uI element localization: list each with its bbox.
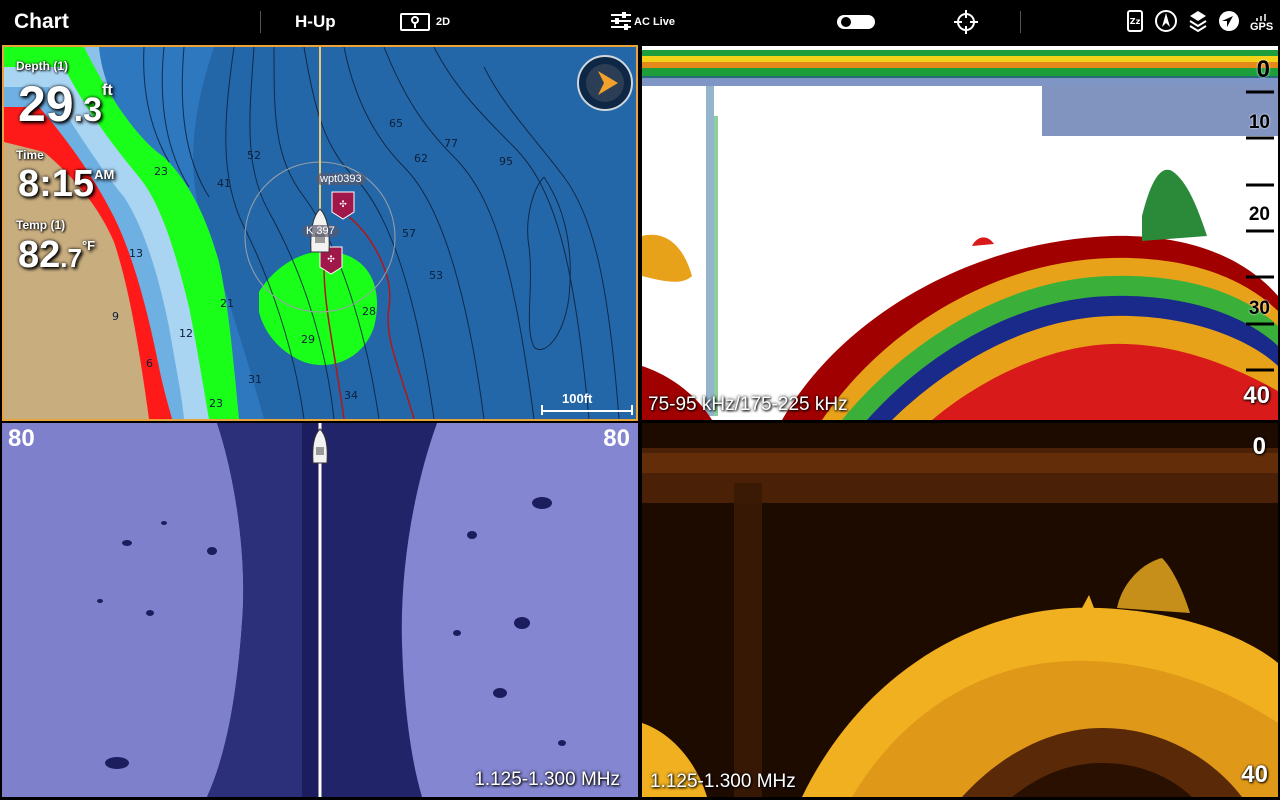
contour-label: 6 (146, 357, 153, 370)
north-arrow-icon (577, 55, 633, 111)
temp-label: Temp (1) (16, 218, 66, 232)
contour-label: 23 (154, 165, 168, 178)
time-suffix: AM (94, 167, 115, 182)
top-bar: Chart H-Up 2D AC Live Zz GPS (0, 0, 1280, 44)
side-imaging-view[interactable] (2, 423, 638, 797)
sleep-icon[interactable]: Zz (1126, 9, 1144, 36)
scale-label: 100ft (562, 391, 593, 406)
ac-live-button[interactable]: AC Live (610, 0, 675, 44)
contour-label: 9 (112, 310, 119, 323)
orientation-button[interactable]: H-Up (295, 0, 336, 44)
sliders-icon (610, 11, 632, 33)
contour-label: 53 (429, 269, 443, 282)
depth-readout: 29.3ft (18, 79, 113, 129)
waypoint-label[interactable]: K 397 (302, 225, 339, 237)
range-right: 80 (603, 425, 630, 452)
depth-scale-label: 10 (1248, 112, 1270, 133)
frequency-label: 1.125-1.300 MHz (474, 769, 620, 790)
layers-icon[interactable] (1188, 9, 1208, 36)
contour-label: 12 (179, 327, 193, 340)
contour-label: 41 (217, 177, 231, 190)
depth-top-label: 0 (1252, 433, 1266, 460)
depth-dec: .3 (73, 91, 102, 129)
contour-label: 52 (247, 149, 261, 162)
contour-label: 62 (414, 152, 428, 165)
compass-rose-icon[interactable] (1154, 9, 1178, 36)
contour-label: 23 (209, 397, 223, 410)
contour-label: 34 (344, 389, 358, 402)
view-mode-label: 2D (436, 16, 451, 28)
time-value: 8:15 (18, 163, 95, 205)
gps-label: GPS (1250, 20, 1274, 33)
down-imaging-pane[interactable]: 0 40 1.125-1.300 MHz (642, 423, 1278, 797)
depth-int: 29 (18, 76, 74, 132)
temp-int: 82 (18, 234, 61, 276)
status-icons: Zz GPS (1126, 0, 1273, 44)
divider (260, 11, 261, 33)
depth-scale-label: 40 (1243, 382, 1270, 409)
divider (1020, 11, 1021, 33)
waypoint-label[interactable]: wpt0393 (316, 173, 366, 185)
depth-label: Depth (1) (16, 59, 68, 73)
crosshair-icon[interactable] (954, 0, 978, 44)
toggle-icon[interactable] (836, 0, 876, 44)
view-title[interactable]: Chart (14, 0, 69, 44)
gps-icon[interactable]: GPS (1250, 12, 1273, 33)
range-left: 80 (8, 425, 35, 452)
time-readout: 8:15AM (18, 165, 114, 203)
svg-text:Zz: Zz (1130, 17, 1141, 26)
depth-scale-label: 20 (1248, 204, 1270, 225)
navigate-arrow-icon[interactable] (1218, 10, 1240, 35)
view-mode-button[interactable]: 2D (400, 0, 450, 44)
contour-label: 28 (362, 305, 376, 318)
contour-label: 31 (248, 373, 262, 386)
temp-unit: °F (81, 238, 96, 253)
down-imaging-view[interactable] (642, 423, 1278, 797)
sonar-view[interactable] (642, 46, 1278, 420)
contour-label: 77 (444, 137, 458, 150)
frequency-label: 75-95 kHz/175-225 kHz (648, 394, 848, 415)
frequency-label: 1.125-1.300 MHz (650, 771, 796, 792)
chart-pane[interactable]: 65 62 77 95 53 52 41 57 28 29 23 13 12 9… (2, 45, 638, 421)
svg-text:✣: ✣ (327, 255, 335, 265)
contour-label: 57 (402, 227, 416, 240)
depth-unit: ft (101, 82, 113, 99)
sonar-pane[interactable]: 0 10 20 30 40 75-95 kHz/175-225 kHz (642, 46, 1278, 420)
temp-readout: 82.7°F (18, 236, 95, 274)
time-label: Time (16, 148, 44, 162)
contour-label: 21 (220, 297, 234, 310)
temp-dec: .7 (60, 243, 82, 273)
contour-label: 95 (499, 155, 513, 168)
depth-bottom-label: 40 (1241, 761, 1268, 788)
svg-text:✣: ✣ (339, 200, 347, 210)
depth-scale-label: 0 (1256, 56, 1270, 83)
map-pin-icon (400, 13, 430, 31)
ac-live-label: AC Live (634, 16, 675, 28)
contour-label: 65 (389, 117, 403, 130)
contour-label: 13 (129, 247, 143, 260)
side-imaging-pane[interactable]: 80 80 1.125-1.300 MHz (2, 423, 638, 797)
contour-label: 29 (301, 333, 315, 346)
depth-scale-label: 30 (1248, 298, 1270, 319)
